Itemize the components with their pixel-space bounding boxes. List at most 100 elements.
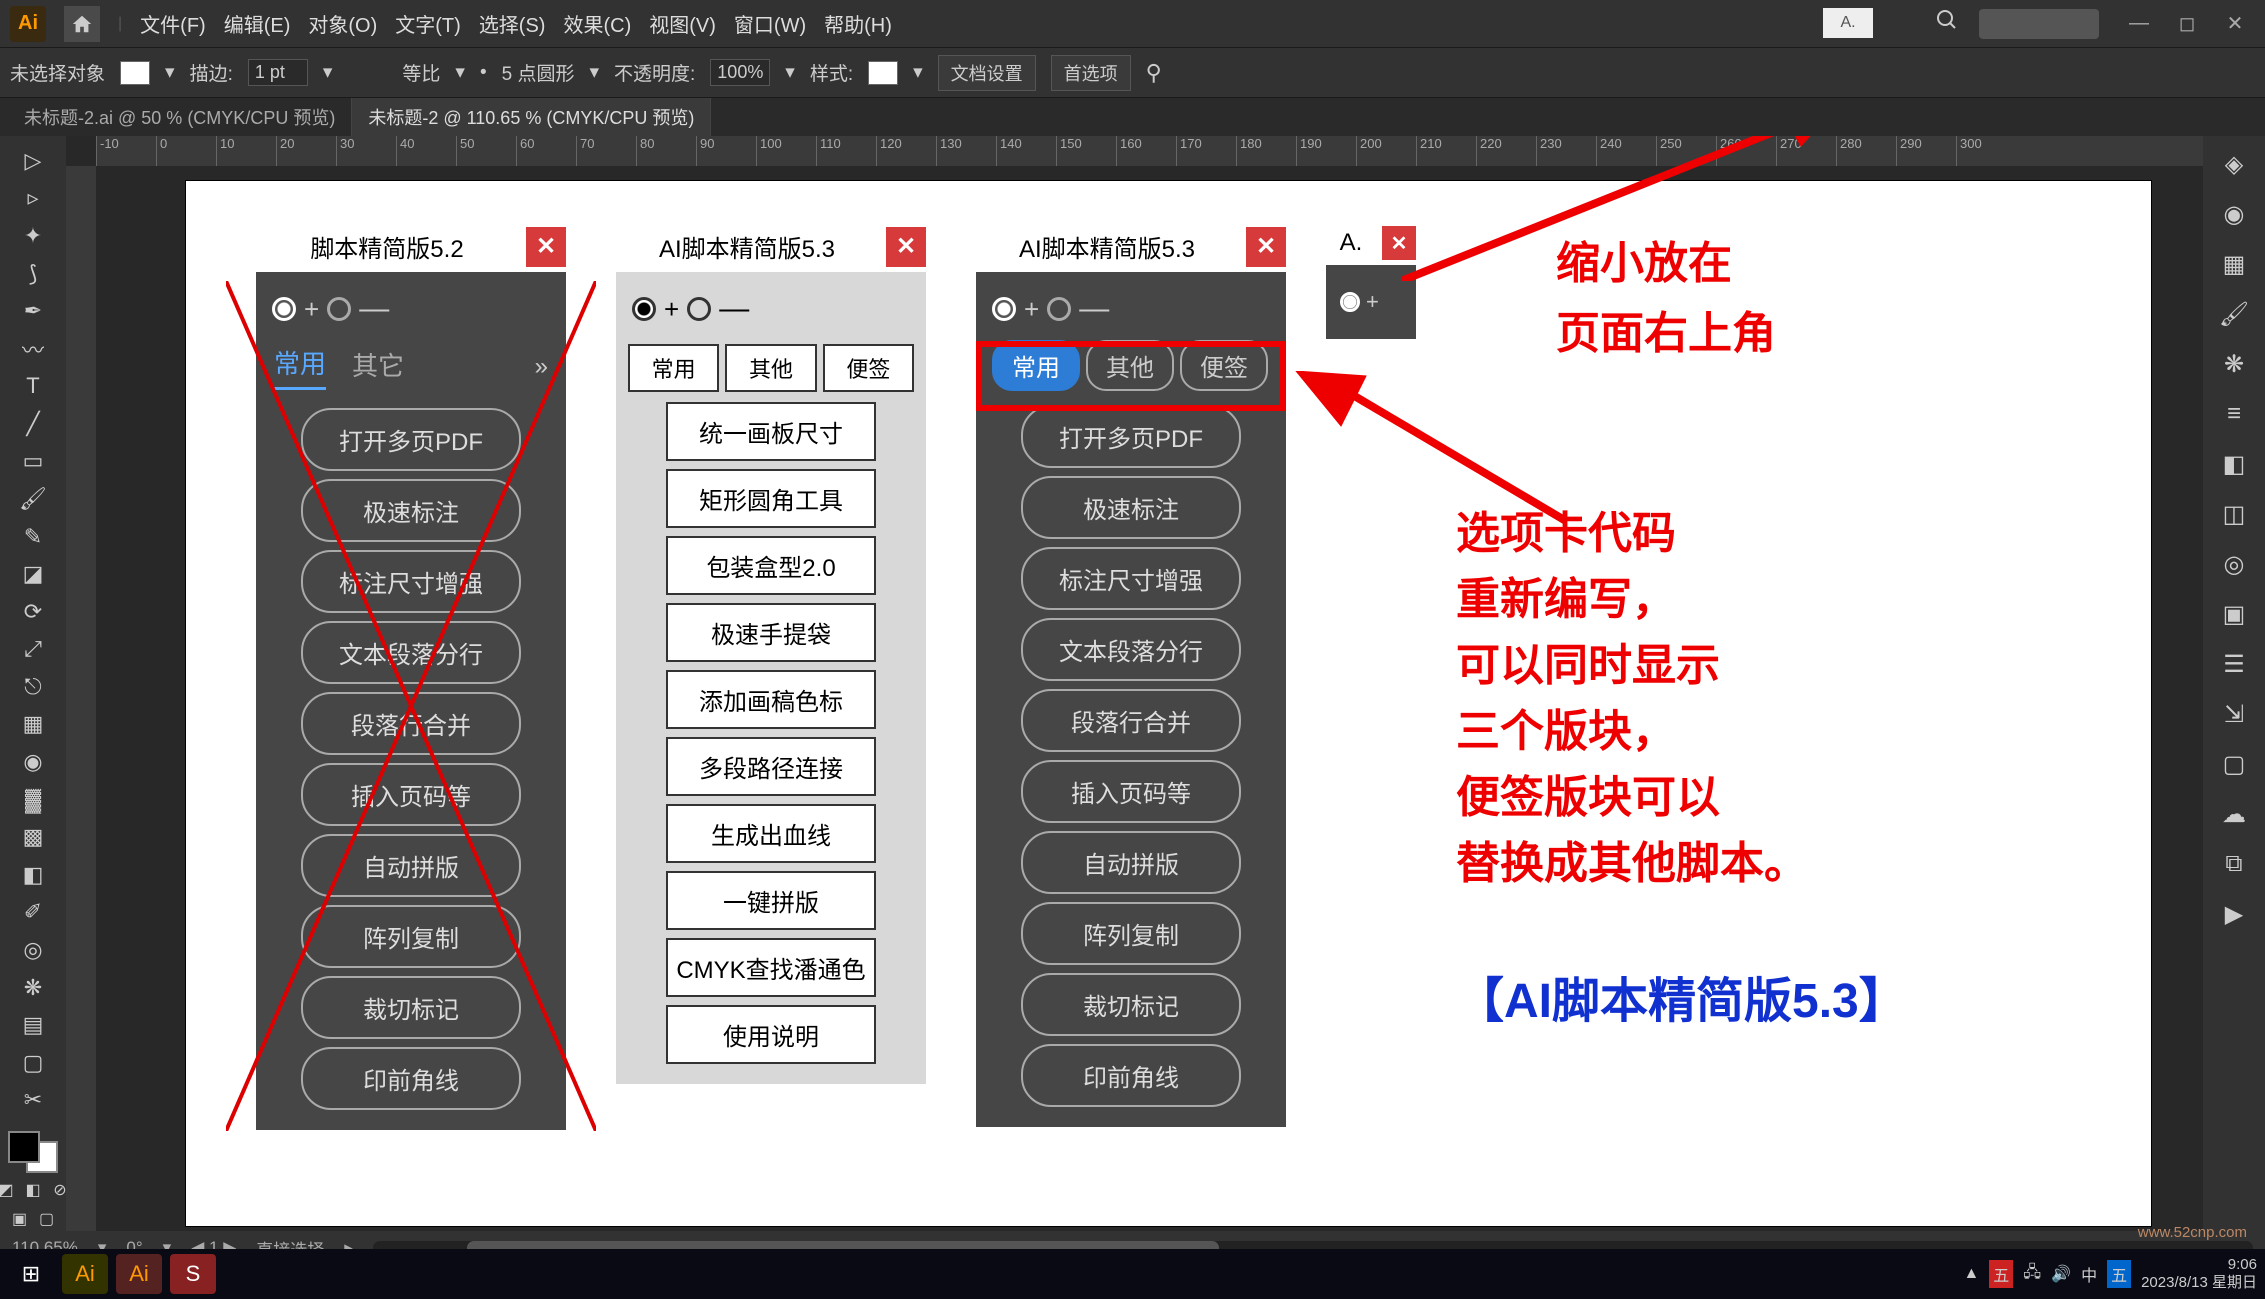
graph-tool-icon[interactable]: ▤	[7, 1008, 59, 1042]
line-tool-icon[interactable]: ╱	[7, 407, 59, 441]
btn-open-pdf[interactable]: 打开多页PDF	[1021, 405, 1241, 468]
btn-para-merge[interactable]: 段落行合并	[301, 692, 521, 755]
network-icon[interactable]: 🖧	[2023, 1261, 2041, 1288]
shaper-tool-icon[interactable]: ✎	[7, 520, 59, 554]
curvature-tool-icon[interactable]: 〰	[7, 332, 59, 366]
transparency-panel-icon[interactable]: ◫	[2214, 494, 2254, 534]
btn-array-copy[interactable]: 阵列复制	[301, 905, 521, 968]
actions-panel-icon[interactable]: ▶	[2214, 894, 2254, 934]
selection-tool-icon[interactable]: ▷	[7, 144, 59, 178]
btn-path-connect[interactable]: 多段路径连接	[666, 737, 876, 796]
stroke-width-input[interactable]	[248, 59, 308, 86]
tray-icon[interactable]: ▲	[1963, 1265, 1979, 1283]
blend-tool-icon[interactable]: ◎	[7, 933, 59, 967]
tab-other[interactable]: 其他	[725, 344, 816, 392]
shape-builder-tool-icon[interactable]: ◉	[7, 745, 59, 779]
taskbar-ai-icon-2[interactable]: Ai	[116, 1254, 162, 1294]
eraser-tool-icon[interactable]: ◪	[7, 557, 59, 591]
btn-box-type[interactable]: 包装盒型2.0	[666, 536, 876, 595]
tab-other[interactable]: 其它	[352, 346, 404, 389]
color-panel-icon[interactable]: ◉	[2214, 194, 2254, 234]
btn-open-pdf[interactable]: 打开多页PDF	[301, 408, 521, 471]
eyedropper-tool-icon[interactable]: ✐	[7, 896, 59, 930]
btn-corner-lines[interactable]: 印前角线	[1021, 1044, 1241, 1107]
btn-crop-marks[interactable]: 裁切标记	[1021, 973, 1241, 1036]
fill-color-swatch[interactable]	[8, 1131, 40, 1163]
tab-common[interactable]: 常用	[274, 344, 326, 390]
maximize-button[interactable]: ◻	[2167, 9, 2207, 39]
artboards-panel-icon[interactable]: ▢	[2214, 744, 2254, 784]
doc-tab-2[interactable]: 未标题-2 @ 110.65 % (CMYK/CPU 预览)	[352, 98, 711, 136]
btn-fast-bag[interactable]: 极速手提袋	[666, 603, 876, 662]
symbol-sprayer-tool-icon[interactable]: ❋	[7, 971, 59, 1005]
btn-dim-enhance[interactable]: 标注尺寸增强	[301, 550, 521, 613]
system-clock[interactable]: 9:06 2023/8/13 星期日	[2141, 1256, 2257, 1292]
lang-icon[interactable]: 中	[2081, 1262, 2097, 1286]
screen-full-icon[interactable]: ▢	[34, 1206, 59, 1231]
direct-selection-tool-icon[interactable]: ▹	[7, 182, 59, 216]
btn-insert-page[interactable]: 插入页码等	[1021, 760, 1241, 823]
radio-on-icon[interactable]	[272, 297, 296, 321]
radio-on-icon[interactable]	[632, 297, 656, 321]
mesh-tool-icon[interactable]: ▩	[7, 820, 59, 854]
fill-stroke-control[interactable]	[8, 1131, 58, 1173]
asset-export-panel-icon[interactable]: ⇲	[2214, 694, 2254, 734]
gradient-mode-icon[interactable]: ◧	[21, 1177, 46, 1202]
btn-bleed-lines[interactable]: 生成出血线	[666, 804, 876, 863]
doc-tab-1[interactable]: 未标题-2.ai @ 50 % (CMYK/CPU 预览)	[8, 98, 352, 136]
btn-auto-layout[interactable]: 自动拼版	[301, 834, 521, 897]
corner-label[interactable]: 5 点圆形	[502, 59, 575, 86]
ime-badge-icon[interactable]: 五	[2107, 1260, 2131, 1288]
fill-swatch[interactable]	[120, 61, 150, 85]
menu-effect[interactable]: 效果(C)	[563, 9, 631, 38]
btn-add-color-label[interactable]: 添加画稿色标	[666, 670, 876, 729]
menu-select[interactable]: 选择(S)	[479, 9, 546, 38]
rotate-tool-icon[interactable]: ⟳	[7, 595, 59, 629]
artboard-tool-icon[interactable]: ▢	[7, 1046, 59, 1080]
opacity-input[interactable]	[710, 59, 770, 86]
btn-dim-enhance[interactable]: 标注尺寸增强	[1021, 547, 1241, 610]
libraries-panel-icon[interactable]: ☁	[2214, 794, 2254, 834]
pen-tool-icon[interactable]: ✒	[7, 294, 59, 328]
links-panel-icon[interactable]: ⧉	[2214, 844, 2254, 884]
start-button-icon[interactable]: ⊞	[8, 1254, 54, 1294]
btn-cmyk-pantone[interactable]: CMYK查找潘通色	[666, 938, 876, 997]
menu-file[interactable]: 文件(F)	[140, 9, 206, 38]
workspace-switcher[interactable]	[1979, 9, 2099, 39]
menu-type[interactable]: 文字(T)	[395, 9, 461, 38]
radio-off-icon[interactable]	[687, 297, 711, 321]
tab-notes[interactable]: 便签	[823, 344, 914, 392]
magic-wand-tool-icon[interactable]: ✦	[7, 219, 59, 253]
minimized-panel-badge[interactable]: A.	[1823, 8, 1873, 38]
taskbar-app-icon[interactable]: S	[170, 1254, 216, 1294]
width-tool-icon[interactable]: ⎋	[7, 670, 59, 704]
perspective-tool-icon[interactable]: ▓	[7, 783, 59, 817]
btn-text-split[interactable]: 文本段落分行	[301, 621, 521, 684]
graphic-styles-panel-icon[interactable]: ▣	[2214, 594, 2254, 634]
volume-icon[interactable]: 🔊	[2051, 1264, 2071, 1284]
rectangle-tool-icon[interactable]: ▭	[7, 445, 59, 479]
btn-unify-artboard[interactable]: 统一画板尺寸	[666, 402, 876, 461]
close-button[interactable]: ✕	[2215, 9, 2255, 39]
close-icon[interactable]: ✕	[526, 227, 566, 267]
document-setup-button[interactable]: 文档设置	[938, 55, 1036, 91]
btn-instructions[interactable]: 使用说明	[666, 1005, 876, 1064]
type-tool-icon[interactable]: T	[7, 369, 59, 403]
radio-on-icon[interactable]	[992, 297, 1016, 321]
appearance-panel-icon[interactable]: ◎	[2214, 544, 2254, 584]
symbols-panel-icon[interactable]: ❋	[2214, 344, 2254, 384]
close-icon[interactable]: ✕	[1246, 227, 1286, 267]
minimize-button[interactable]: —	[2119, 9, 2159, 39]
scale-tool-icon[interactable]: ⤢	[7, 633, 59, 667]
btn-corner-lines[interactable]: 印前角线	[301, 1047, 521, 1110]
layers-panel-icon[interactable]: ☰	[2214, 644, 2254, 684]
btn-insert-page[interactable]: 插入页码等	[301, 763, 521, 826]
canvas-area[interactable]: -100102030405060708090100110120130140150…	[66, 136, 2203, 1231]
radio-off-icon[interactable]	[1047, 297, 1071, 321]
btn-fast-annotate[interactable]: 极速标注	[1021, 476, 1241, 539]
free-transform-tool-icon[interactable]: ▦	[7, 708, 59, 742]
close-icon[interactable]: ✕	[886, 227, 926, 267]
gradient-panel-icon[interactable]: ◧	[2214, 444, 2254, 484]
btn-fast-annotate[interactable]: 极速标注	[301, 479, 521, 542]
color-mode-icon[interactable]: ◩	[0, 1177, 19, 1202]
